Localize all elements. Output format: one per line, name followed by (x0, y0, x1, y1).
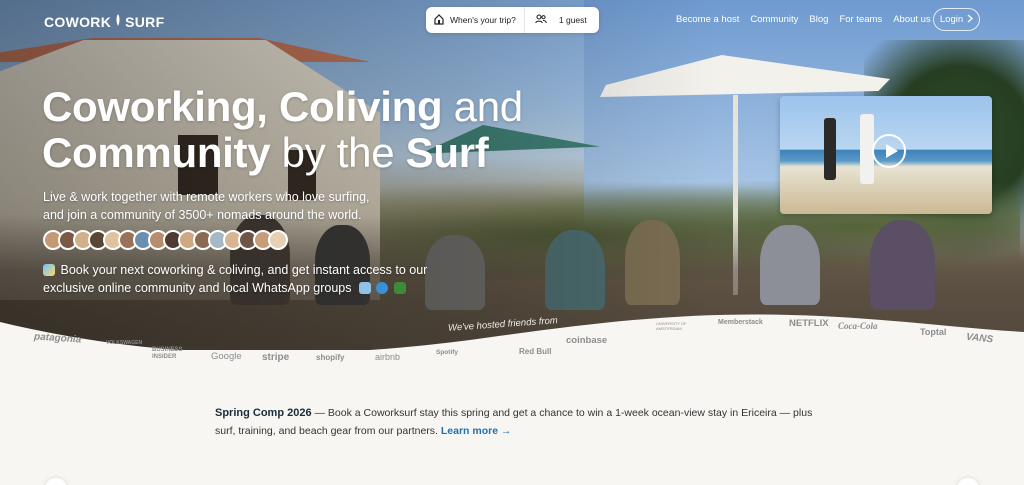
nav-link-community[interactable]: Community (750, 14, 798, 25)
logo-airbnb: airbnb (375, 352, 401, 362)
logo-volkswagen: VOLKSWAGEN (106, 340, 143, 346)
hero-subtitle: Live & work together with remote workers… (43, 188, 370, 224)
logo[interactable]: COWORK SURF (44, 13, 164, 30)
video-thumbnail[interactable] (780, 96, 992, 214)
trip-dates-field[interactable]: When's your trip? (426, 7, 524, 33)
surfer-logo-icon (113, 13, 123, 30)
page-title: Coworking, Coliving and Community by the… (42, 84, 523, 176)
logo-vans: VANS (965, 331, 994, 346)
laptop-emoji-icon (358, 282, 371, 294)
guests-value: 1 guest (558, 15, 587, 25)
trip-dates-placeholder: When's your trip? (450, 15, 516, 25)
login-label: Login (939, 14, 964, 25)
surfer-emoji-icon (43, 264, 55, 276)
headline-coworking-coliving: Coworking, Coliving (42, 83, 443, 130)
nav-link-for-teams[interactable]: For teams (839, 14, 882, 25)
wave-emoji-icon (376, 282, 389, 294)
nav-link-blog[interactable]: Blog (809, 14, 828, 25)
promo-dash: — (311, 407, 328, 419)
partner-logos: patagonia VOLKSWAGEN BUSINESS INSIDER Go… (0, 315, 1024, 365)
search-bar[interactable]: When's your trip? 1 guest (426, 7, 599, 33)
chevron-right-icon (967, 13, 974, 26)
nav-link-about-us[interactable]: About us (893, 14, 931, 25)
logo-shopify: shopify (316, 353, 345, 362)
logo-business-insider: BUSINESS INSIDER (152, 347, 183, 360)
headline-community: Community (42, 129, 271, 176)
nav-link-become-host[interactable]: Become a host (676, 14, 739, 25)
logo-memberstack: Memberstack (718, 319, 763, 326)
booking-pitch-line: exclusive online community and local Wha… (43, 281, 352, 295)
play-icon[interactable] (872, 134, 906, 168)
palm-tree-emoji-icon (393, 282, 406, 294)
logo-text-surf: SURF (125, 13, 165, 30)
promo-banner: Spring Comp 2026 — Book a Coworksurf sta… (215, 404, 815, 440)
carousel-prev-button[interactable] (44, 478, 68, 485)
logo-coca-cola: Coca-Cola (838, 321, 878, 331)
top-nav: COWORK SURF When's your trip? 1 guest Be… (0, 0, 1024, 40)
hero-subtitle-line: Live & work together with remote workers… (43, 190, 370, 204)
house-icon (434, 13, 444, 27)
learn-more-link[interactable]: Learn more → (441, 425, 512, 437)
guests-field[interactable]: 1 guest (523, 7, 595, 33)
member-avatars (43, 230, 288, 250)
logo-university-amsterdam: UNIVERSITY OF AMSTERDAM (656, 321, 687, 331)
logo-spotify: Spotify (436, 349, 459, 356)
promo-title: Spring Comp 2026 (215, 407, 312, 419)
logo-patagonia: patagonia (33, 331, 82, 346)
carousel-next-button[interactable] (956, 478, 980, 485)
login-button[interactable]: Login (933, 8, 980, 31)
logo-google: Google (211, 351, 242, 362)
logo-red-bull: Red Bull (519, 347, 552, 356)
logo-toptal: Toptal (920, 327, 947, 337)
logo-coinbase: coinbase (566, 335, 608, 346)
users-icon (535, 14, 547, 26)
avatar (268, 230, 288, 250)
booking-pitch: Book your next coworking & coliving, and… (43, 261, 503, 297)
logo-netflix: NETFLIX (789, 318, 829, 329)
headline-surf: Surf (405, 129, 489, 176)
booking-pitch-line: Book your next coworking & coliving, and… (60, 263, 428, 277)
nav-links: Become a host Community Blog For teams A… (676, 14, 942, 25)
headline-and: and (442, 83, 523, 130)
logo-stripe: stripe (262, 352, 290, 363)
logo-text-cowork: COWORK (44, 13, 112, 30)
hero-subtitle-line: and join a community of 3500+ nomads aro… (43, 208, 362, 222)
video-person (824, 118, 836, 180)
headline-by-the: by the (270, 129, 406, 176)
